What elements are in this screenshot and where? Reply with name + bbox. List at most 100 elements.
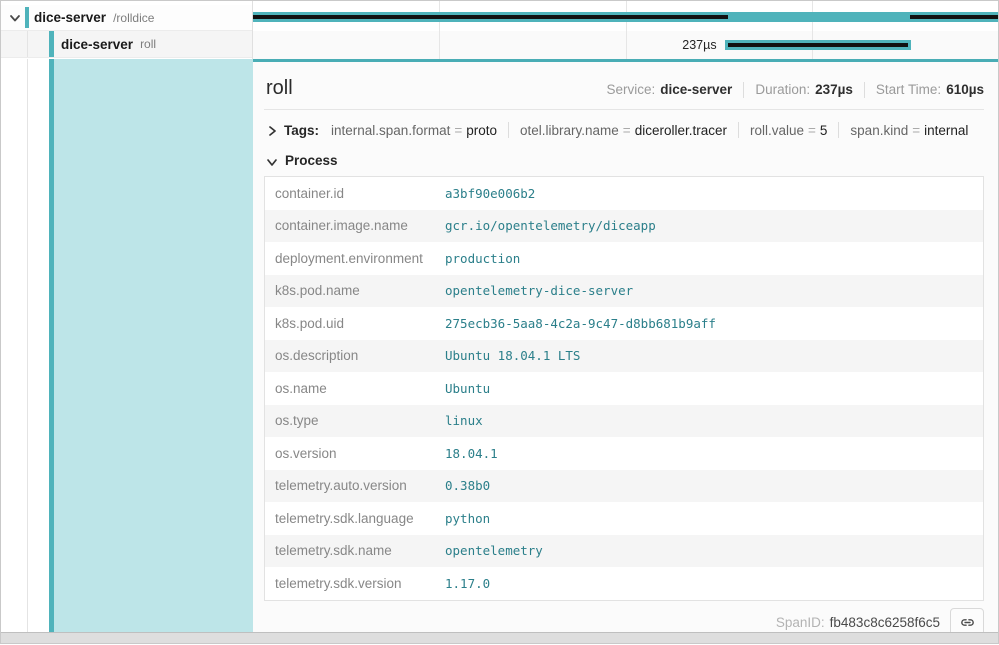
kv-key: k8s.pod.uid — [275, 316, 445, 331]
span-bar-rolldice[interactable] — [253, 12, 998, 22]
selected-span-fill — [54, 59, 253, 632]
equals-sign: = — [808, 123, 816, 138]
kv-key: k8s.pod.name — [275, 283, 445, 298]
span-service-name[interactable]: dice-server — [34, 10, 106, 25]
table-row: telemetry.sdk.name opentelemetry — [265, 535, 983, 568]
table-row: os.type linux — [265, 405, 983, 438]
start-time-value: 610µs — [946, 82, 984, 97]
kv-value: a3bf90e006b2 — [445, 186, 535, 201]
table-row: telemetry.sdk.version 1.17.0 — [265, 567, 983, 600]
tag-key: internal.span.format — [331, 123, 450, 138]
tag-key: span.kind — [850, 123, 908, 138]
critical-path-segment — [728, 43, 908, 47]
table-row: k8s.pod.name opentelemetry-dice-server — [265, 275, 983, 308]
timeline-tick-line — [626, 1, 627, 59]
kv-value: 1.17.0 — [445, 576, 490, 591]
table-row: container.id a3bf90e006b2 — [265, 177, 983, 210]
selection-gutter — [1, 59, 253, 632]
table-row: telemetry.sdk.language python — [265, 502, 983, 535]
span-id-value: fb483c8c6258f6c5 — [830, 615, 940, 630]
tag-value: diceroller.tracer — [635, 123, 727, 138]
divider — [864, 82, 865, 98]
chevron-down-icon[interactable] — [266, 155, 278, 167]
span-detail-header: roll Service: dice-server Duration: 237µ… — [264, 73, 984, 100]
kv-value: Ubuntu — [445, 381, 490, 396]
tag-value: internal — [924, 123, 968, 138]
kv-value: 18.04.1 — [445, 446, 498, 461]
kv-key: deployment.environment — [275, 251, 445, 266]
span-row-rolldice[interactable]: dice-server /rolldice — [1, 5, 252, 31]
tags-accordion[interactable]: Tags: internal.span.format = proto otel.li… — [264, 122, 984, 138]
process-key-value-table: container.id a3bf90e006b2 container.imag… — [264, 176, 984, 601]
tags-header-label[interactable]: Tags: — [284, 123, 319, 138]
divider — [508, 122, 509, 138]
kv-key: telemetry.sdk.name — [275, 543, 445, 558]
equals-sign: = — [454, 123, 462, 138]
tag-value: proto — [466, 123, 497, 138]
tag-item: otel.library.name=diceroller.tracer — [520, 123, 727, 138]
service-color-bar — [25, 7, 29, 28]
kv-key: container.image.name — [275, 218, 445, 233]
indent-guide-line — [27, 31, 28, 57]
kv-key: telemetry.sdk.version — [275, 576, 445, 591]
span-name-column: dice-server /rolldice dice-server roll — [1, 1, 253, 59]
span-duration-label: 237µs — [682, 38, 716, 52]
kv-value: Ubuntu 18.04.1 LTS — [445, 348, 580, 363]
table-row: os.name Ubuntu — [265, 372, 983, 405]
span-bar-roll[interactable] — [725, 40, 911, 50]
start-time-label: Start Time: — [876, 82, 941, 97]
divider — [743, 82, 744, 98]
kv-key: container.id — [275, 186, 445, 201]
kv-key: os.name — [275, 381, 445, 396]
timeline-tick-line — [439, 1, 440, 59]
critical-path-segment — [910, 15, 998, 19]
process-accordion[interactable]: Process — [264, 153, 984, 168]
table-row: telemetry.auto.version 0.38b0 — [265, 470, 983, 503]
kv-value: opentelemetry-dice-server — [445, 283, 633, 298]
duration-value: 237µs — [815, 82, 853, 97]
divider — [838, 122, 839, 138]
service-label: Service: — [606, 82, 655, 97]
trace-view-screen: dice-server /rolldice dice-server roll 2… — [0, 0, 999, 644]
tag-item: roll.value = 5 — [750, 123, 827, 138]
service-color-bar — [49, 31, 54, 57]
divider — [738, 122, 739, 138]
table-row: k8s.pod.uid 275ecb36-5aa8-4c2a-9c47-d8bb… — [265, 307, 983, 340]
timeline-column: 237µs — [253, 1, 998, 59]
span-detail-section: roll Service: dice-server Duration: 237µ… — [1, 59, 998, 632]
table-row: os.description Ubuntu 18.04.1 LTS — [265, 340, 983, 373]
kv-key: telemetry.auto.version — [275, 478, 445, 493]
divider — [264, 109, 984, 110]
kv-key: os.description — [275, 348, 445, 363]
span-service-name[interactable]: dice-server — [61, 37, 133, 52]
kv-value: production — [445, 251, 520, 266]
tag-item: span.kind=internal — [850, 123, 968, 138]
indent-guide-line — [27, 59, 28, 632]
service-value: dice-server — [660, 82, 732, 97]
chevron-down-icon[interactable] — [8, 11, 22, 25]
tag-value: 5 — [820, 123, 828, 138]
kv-value: gcr.io/opentelemetry/diceapp — [445, 218, 656, 233]
timeline-tick-line — [812, 1, 813, 59]
table-row: deployment.environment production — [265, 242, 983, 275]
tag-item: internal.span.format = proto — [331, 123, 497, 138]
bottom-scrollbar-track[interactable] — [1, 632, 998, 643]
span-operation-name: roll — [140, 37, 156, 51]
span-overview: Service: dice-server Duration: 237µs Sta… — [606, 82, 984, 98]
process-header-label[interactable]: Process — [285, 153, 338, 168]
tag-key: otel.library.name — [520, 123, 619, 138]
duration-label: Duration: — [755, 82, 810, 97]
tag-key: roll.value — [750, 123, 804, 138]
kv-value: opentelemetry — [445, 543, 543, 558]
critical-path-segment — [253, 15, 728, 19]
chevron-right-icon[interactable] — [266, 124, 278, 136]
link-icon — [959, 614, 976, 631]
kv-value: 275ecb36-5aa8-4c2a-9c47-d8bb681b9aff — [445, 316, 716, 331]
span-operation-name: /rolldice — [113, 11, 154, 25]
span-id-label: SpanID: — [776, 615, 825, 630]
kv-value: 0.38b0 — [445, 478, 490, 493]
span-title: roll — [266, 77, 293, 100]
kv-key: os.version — [275, 446, 445, 461]
span-row-roll-selected[interactable]: dice-server roll — [1, 31, 252, 58]
kv-value: python — [445, 511, 490, 526]
